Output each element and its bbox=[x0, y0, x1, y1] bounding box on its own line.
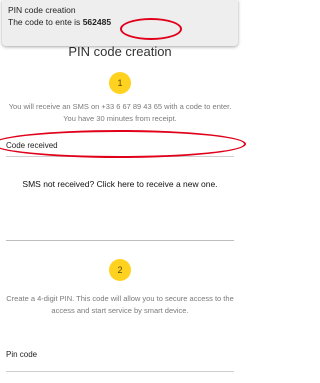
pin-code-input[interactable] bbox=[6, 371, 234, 372]
resend-sms-link[interactable]: SMS not received? Click here to receive … bbox=[0, 179, 240, 189]
notification-title: PIN code creation bbox=[8, 5, 76, 15]
step-badge-2: 2 bbox=[109, 259, 131, 281]
step-badge-1: 1 bbox=[109, 72, 131, 94]
code-received-label[interactable]: Code received bbox=[6, 141, 58, 150]
pin-code-label[interactable]: Pin code bbox=[6, 350, 37, 359]
notification-code: 562485 bbox=[82, 17, 112, 27]
sms-notification[interactable]: PIN code creation The code to ente is 56… bbox=[2, 0, 238, 46]
notification-body: The code to ente is 562485 bbox=[8, 16, 232, 29]
notification-body-middle: is bbox=[74, 17, 81, 27]
notification-body-prefix: The code to ente bbox=[8, 17, 72, 27]
step1-instructions: You will receive an SMS on +33 6 67 89 4… bbox=[8, 102, 232, 123]
page-title: PIN code creation bbox=[68, 44, 172, 59]
section-divider bbox=[6, 240, 234, 241]
code-received-input[interactable] bbox=[6, 156, 234, 157]
step2-instructions: Create a 4-digit PIN. This code will all… bbox=[6, 294, 234, 315]
